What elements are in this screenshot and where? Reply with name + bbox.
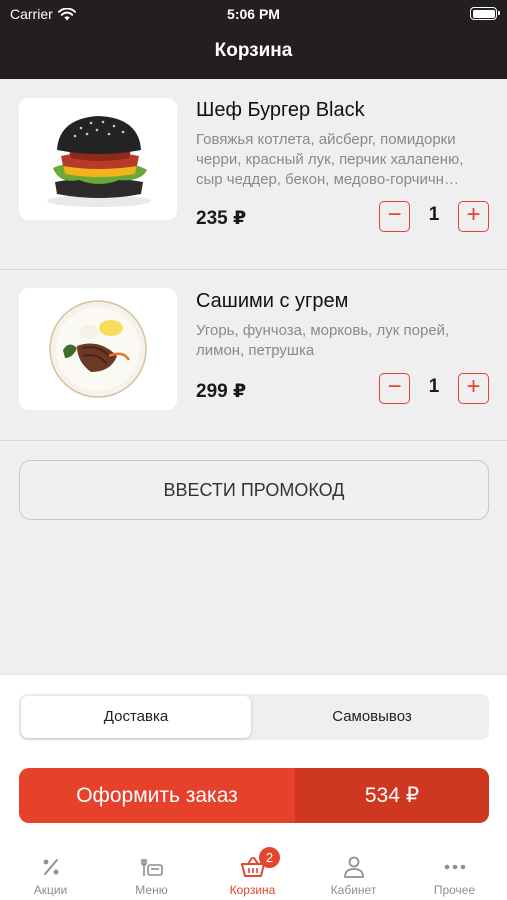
tab-account[interactable]: Кабинет bbox=[303, 845, 404, 900]
tab-label: Меню bbox=[135, 883, 168, 897]
tab-bar: Акции Меню 2 Корзина Кабинет Прочее bbox=[0, 839, 507, 900]
increase-quantity-button[interactable]: + bbox=[458, 373, 489, 404]
increase-quantity-button[interactable]: + bbox=[458, 201, 489, 232]
product-description: Говяжья котлета, айсберг, помидорки черр… bbox=[196, 131, 464, 188]
promo-code-button[interactable]: ВВЕСТИ ПРОМОКОД bbox=[19, 460, 489, 520]
product-price: 299 ₽ bbox=[196, 381, 247, 402]
tab-label: Прочее bbox=[433, 883, 476, 897]
quantity-stepper: − 1 + bbox=[379, 201, 489, 233]
delivery-option[interactable]: Доставка bbox=[21, 696, 251, 738]
product-name: Сашими с угрем bbox=[196, 290, 349, 312]
menu-icon bbox=[140, 859, 163, 876]
tab-label: Акции bbox=[33, 883, 68, 897]
order-total: 534 ₽ bbox=[295, 768, 489, 823]
tab-label: Корзина bbox=[229, 883, 276, 897]
place-order-label: Оформить заказ bbox=[76, 784, 238, 807]
cart-item[interactable]: Сашими с угрем Угорь, фунчоза, морковь, … bbox=[0, 270, 507, 440]
user-icon bbox=[343, 856, 364, 878]
tab-menu[interactable]: Меню bbox=[101, 845, 202, 900]
clock: 5:06 PM bbox=[227, 6, 280, 22]
tab-more[interactable]: Прочее bbox=[404, 845, 505, 900]
quantity-value: 1 bbox=[428, 376, 440, 397]
checkout-panel: Доставка Самовывоз Оформить заказ 534 ₽ … bbox=[0, 674, 507, 900]
battery-icon bbox=[470, 7, 500, 20]
product-description: Угорь, фунчоза, морковь, лук порей, лимо… bbox=[196, 322, 450, 359]
page-title: Корзина bbox=[214, 40, 293, 61]
cart-item[interactable]: Шеф Бургер Black Говяжья котлета, айсбер… bbox=[0, 79, 507, 269]
tab-label: Кабинет bbox=[330, 883, 377, 897]
nav-header: Carrier 5:06 PM Корзина bbox=[0, 0, 507, 79]
product-name: Шеф Бургер Black bbox=[196, 99, 365, 121]
cart-count-badge: 2 bbox=[259, 847, 280, 868]
quantity-stepper: − 1 + bbox=[379, 373, 489, 405]
divider bbox=[0, 440, 507, 441]
more-icon bbox=[444, 864, 465, 870]
delivery-method-switch: Доставка Самовывоз bbox=[19, 694, 489, 740]
decrease-quantity-button[interactable]: − bbox=[379, 201, 410, 232]
pickup-option[interactable]: Самовывоз bbox=[257, 696, 487, 738]
tab-promotions[interactable]: Акции bbox=[0, 845, 101, 900]
percent-icon bbox=[43, 859, 58, 875]
product-image-sashimi bbox=[19, 288, 177, 410]
product-price: 235 ₽ bbox=[196, 208, 247, 229]
status-bar: Carrier 5:06 PM bbox=[0, 0, 507, 28]
product-image-burger bbox=[19, 98, 177, 220]
place-order-button[interactable]: Оформить заказ 534 ₽ bbox=[19, 768, 489, 823]
tab-cart[interactable]: 2 Корзина bbox=[202, 845, 303, 900]
decrease-quantity-button[interactable]: − bbox=[379, 373, 410, 404]
quantity-value: 1 bbox=[428, 204, 440, 225]
